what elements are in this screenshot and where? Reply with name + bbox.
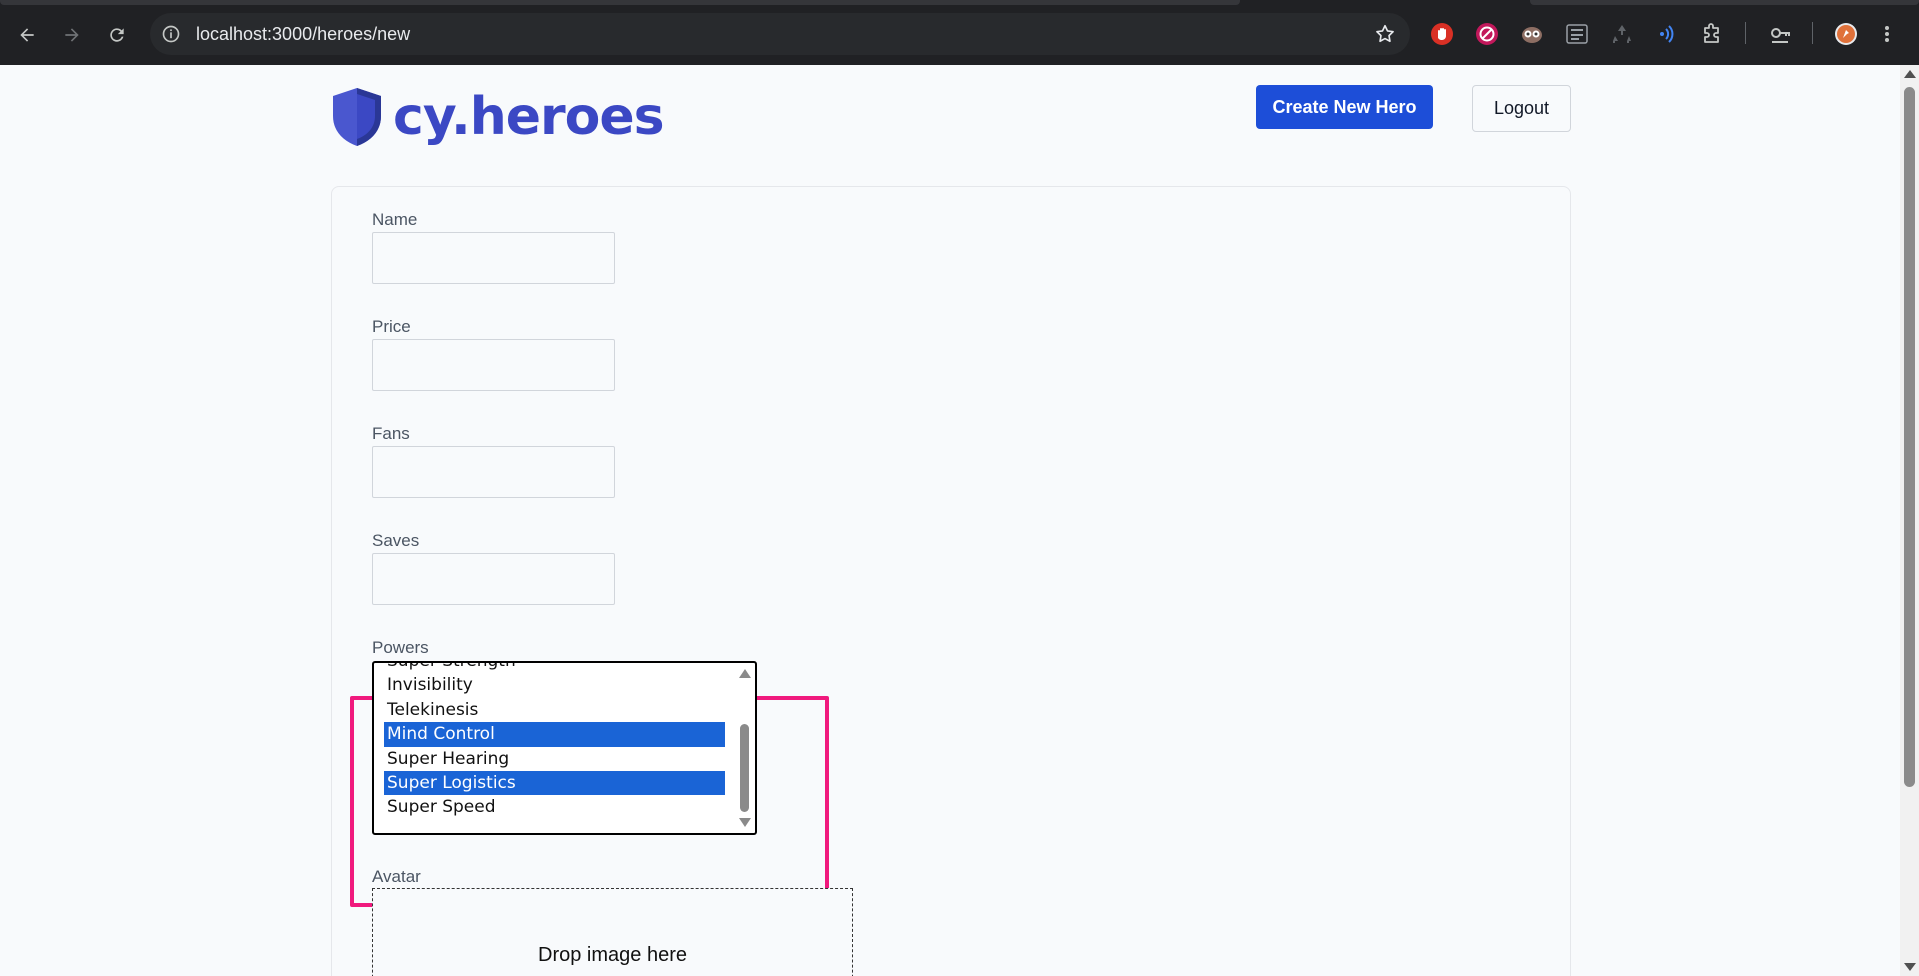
bookmark-star-icon[interactable] [1374, 23, 1396, 45]
avatar-label: Avatar [372, 867, 421, 886]
name-input[interactable] [372, 232, 615, 284]
powers-option[interactable]: Super Logistics [384, 770, 725, 796]
extensions-puzzle-icon[interactable] [1700, 22, 1724, 46]
extension-sound-icon[interactable] [1655, 22, 1679, 46]
powers-label: Powers [372, 638, 429, 657]
shield-icon [333, 88, 381, 146]
password-key-icon[interactable] [1768, 22, 1792, 46]
back-button[interactable] [10, 18, 44, 52]
browser-toolbar: localhost:3000/heroes/new [0, 0, 1919, 65]
active-tab-edge[interactable] [0, 0, 1240, 5]
powers-option[interactable]: Super Hearing [384, 747, 725, 771]
logout-button[interactable]: Logout [1472, 85, 1571, 132]
name-label: Name [372, 210, 418, 229]
page-scrollbar[interactable] [1900, 65, 1919, 976]
tab-strip [0, 0, 1919, 5]
price-label: Price [372, 317, 411, 336]
powers-multiselect[interactable]: Super Strength Invisibility Telekinesis Min… [372, 661, 757, 835]
saves-input[interactable] [372, 553, 615, 605]
dropzone-text: Drop image here [538, 944, 687, 966]
price-input[interactable] [372, 339, 615, 391]
powers-option[interactable]: Telekinesis [384, 698, 725, 722]
page-scroll-up-icon[interactable] [1904, 70, 1916, 78]
powers-option[interactable]: Invisibility [384, 673, 725, 697]
avatar-dropzone[interactable]: Drop image here [372, 888, 853, 976]
arrow-left-icon [20, 28, 34, 42]
powers-options-list: Super Strength Invisibility Telekinesis Min… [384, 663, 725, 820]
hero-form-card: Name Price Fans Saves Powers Super Stren… [331, 186, 1571, 976]
extension-altzip-icon[interactable] [1565, 22, 1589, 46]
extension-owl-icon[interactable] [1520, 22, 1544, 46]
scroll-down-arrow-icon[interactable] [739, 818, 751, 827]
create-new-hero-button[interactable]: Create New Hero [1256, 85, 1433, 129]
powers-scrollbar[interactable] [738, 665, 752, 831]
extension-recycle-icon[interactable] [1610, 22, 1634, 46]
page-scroll-down-icon[interactable] [1904, 963, 1916, 971]
page-viewport: cy.heroes Create New Hero Logout Name Pr… [0, 65, 1900, 976]
extension-block-icon[interactable] [1475, 22, 1499, 46]
browser-menu-icon[interactable] [1882, 22, 1892, 46]
forward-button[interactable] [55, 18, 89, 52]
app-logo[interactable]: cy.heroes [330, 85, 665, 149]
fans-label: Fans [372, 424, 410, 443]
reload-icon [110, 28, 124, 42]
powers-option[interactable]: Mind Control [384, 722, 725, 747]
toolbar-separator-2 [1812, 22, 1813, 44]
other-tab-edge[interactable] [1530, 0, 1919, 5]
scroll-up-arrow-icon[interactable] [739, 669, 751, 678]
reload-button[interactable] [100, 18, 134, 52]
address-bar[interactable]: localhost:3000/heroes/new [150, 13, 1410, 55]
arrow-right-icon [65, 28, 79, 42]
site-info-icon[interactable] [161, 24, 181, 44]
saves-label: Saves [372, 531, 420, 550]
toolbar-separator [1745, 22, 1746, 44]
profile-avatar-icon[interactable] [1834, 22, 1858, 46]
page-scroll-thumb[interactable] [1904, 87, 1915, 787]
extension-stop-icon[interactable] [1430, 22, 1454, 46]
logo-text: cy.heroes [393, 87, 665, 147]
scroll-thumb[interactable] [740, 724, 749, 812]
powers-option[interactable]: Super Strength [384, 663, 725, 673]
powers-option[interactable]: Super Speed [384, 795, 725, 819]
fans-input[interactable] [372, 446, 615, 498]
url-text[interactable]: localhost:3000/heroes/new [196, 13, 410, 55]
